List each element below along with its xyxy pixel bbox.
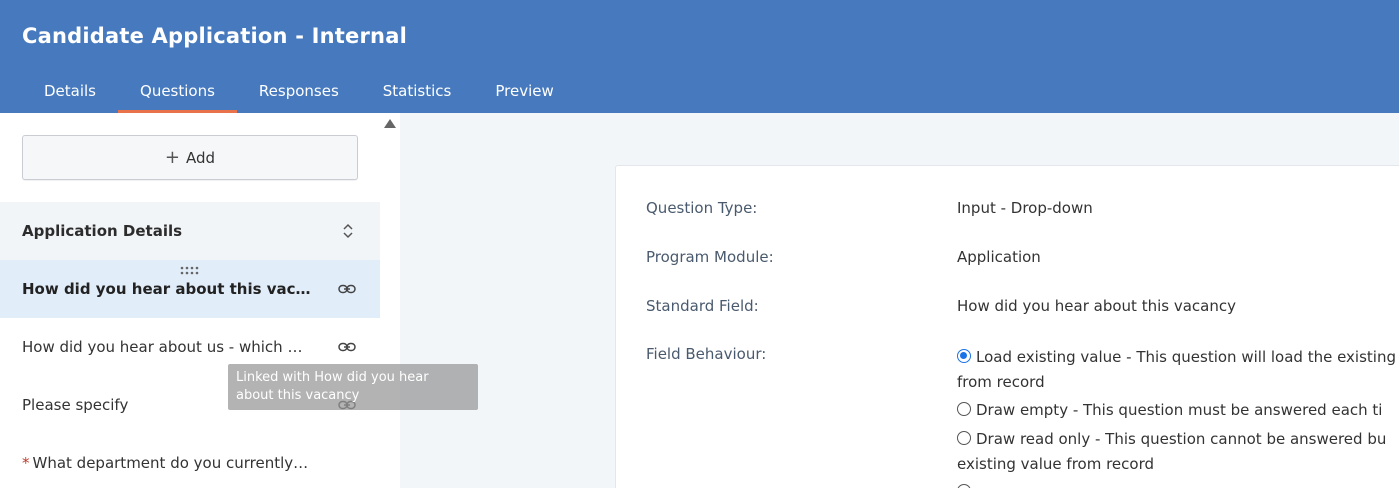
tab-details[interactable]: Details <box>22 68 118 113</box>
option-text: Draw empty - This question must be answe… <box>976 401 1383 419</box>
plus-icon: + <box>164 146 181 168</box>
question-text-value: What department do you currently work in… <box>32 454 313 472</box>
question-text: How did you hear about us - which websit… <box>22 338 312 356</box>
option-text-continued: from record <box>957 373 1045 391</box>
program-module-value: Application <box>957 248 1041 266</box>
radio-button[interactable] <box>957 484 971 488</box>
link-icon[interactable] <box>338 339 356 355</box>
behaviour-option-draw-read-only[interactable]: Draw read only - This question cannot be… <box>957 427 1399 477</box>
question-item[interactable]: *What department do you currently work i… <box>0 434 380 488</box>
link-tooltip: Linked with How did you hear about this … <box>228 364 478 410</box>
app-header: Candidate Application - Internal Details… <box>0 0 1399 113</box>
chevron-up-down-icon[interactable] <box>342 221 354 241</box>
tab-responses[interactable]: Responses <box>237 68 361 113</box>
radio-button[interactable] <box>957 349 971 363</box>
sidebar-scrollbar[interactable] <box>380 113 400 488</box>
drag-handle-icon[interactable] <box>180 266 200 276</box>
question-detail-card: Question Type: Input - Drop-down Program… <box>615 165 1399 488</box>
tab-questions[interactable]: Questions <box>118 68 237 113</box>
option-text: Load existing value - This question will… <box>976 348 1396 366</box>
behaviour-option-partial[interactable] <box>957 480 1399 488</box>
standard-field-value: How did you hear about this vacancy <box>957 297 1236 315</box>
section-title: Application Details <box>22 222 183 240</box>
question-type-label: Question Type: <box>646 199 758 217</box>
standard-field-label: Standard Field: <box>646 297 759 315</box>
behaviour-option-load-existing[interactable]: Load existing value - This question will… <box>957 345 1399 395</box>
required-marker: * <box>22 454 30 472</box>
scroll-up-arrow-icon[interactable] <box>384 119 396 128</box>
behaviour-option-draw-empty[interactable]: Draw empty - This question must be answe… <box>957 398 1399 423</box>
link-icon[interactable] <box>338 281 356 297</box>
radio-button[interactable] <box>957 402 971 416</box>
question-item[interactable]: How did you hear about this vacancy <box>0 260 380 318</box>
question-type-value: Input - Drop-down <box>957 199 1093 217</box>
field-behaviour-label: Field Behaviour: <box>646 345 767 363</box>
add-button-label: Add <box>186 148 216 167</box>
question-text: How did you hear about this vacancy <box>22 280 312 298</box>
option-text-continued: existing value from record <box>957 455 1154 473</box>
questions-sidebar: + Add Application Details How did you he… <box>0 113 380 488</box>
radio-button[interactable] <box>957 431 971 445</box>
option-text: Draw read only - This question cannot be… <box>976 430 1387 448</box>
tab-preview[interactable]: Preview <box>473 68 575 113</box>
tab-statistics[interactable]: Statistics <box>361 68 474 113</box>
section-header-application-details[interactable]: Application Details <box>0 202 380 260</box>
program-module-label: Program Module: <box>646 248 774 266</box>
page-title: Candidate Application - Internal <box>22 24 407 48</box>
add-question-button[interactable]: + Add <box>22 135 358 180</box>
question-text: *What department do you currently work i… <box>22 454 312 472</box>
tab-bar: Details Questions Responses Statistics P… <box>22 68 576 113</box>
